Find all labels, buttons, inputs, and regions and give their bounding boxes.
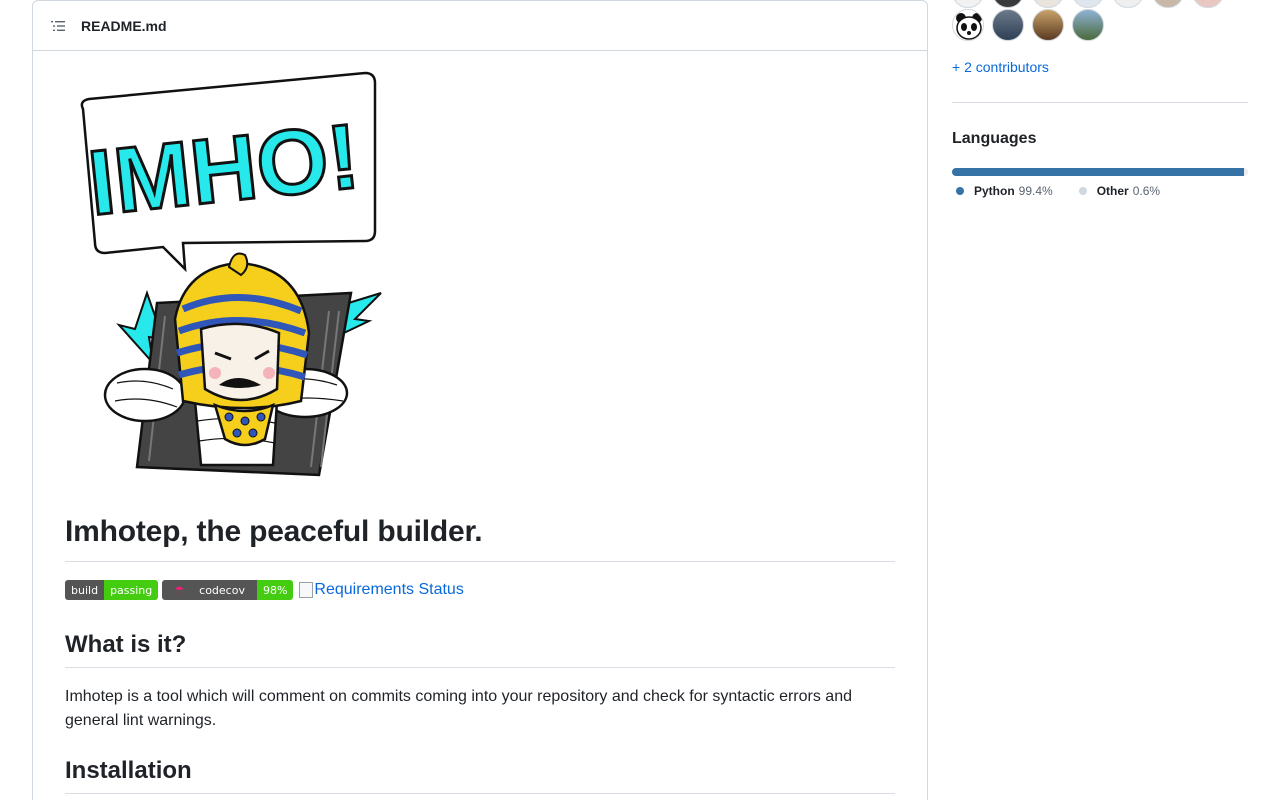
- language-bar-segment-other: [1246, 168, 1248, 176]
- contributor-avatar[interactable]: [1072, 9, 1104, 41]
- requirements-status-alt-text: Requirements Status: [314, 581, 464, 598]
- broken-image-icon: [299, 582, 314, 598]
- readme-header: README.md: [33, 1, 927, 51]
- contributor-avatar[interactable]: [1032, 9, 1064, 41]
- contributor-avatar[interactable]: [952, 0, 984, 8]
- readme-title: Imhotep, the peaceful builder.: [65, 515, 895, 562]
- language-percent: 0.6%: [1132, 184, 1161, 198]
- language-percent: 99.4%: [1018, 184, 1053, 198]
- language-dot-icon: [956, 187, 964, 195]
- language-item-other[interactable]: Other 0.6%: [1075, 184, 1160, 198]
- codecov-badge-value: 98%: [256, 580, 294, 600]
- sidebar-divider: [952, 102, 1248, 103]
- language-bar[interactable]: [952, 168, 1248, 176]
- repo-sidebar: + 2 contributors Languages Python 99.4% Ot…: [952, 0, 1248, 800]
- contributor-avatar[interactable]: [1032, 0, 1064, 8]
- readme-panel: README.md IMHO! Imhotep, the peaceful bu…: [32, 0, 928, 800]
- language-bar-segment-python: [952, 168, 1245, 176]
- language-name: Python: [974, 184, 1015, 198]
- build-status-badge[interactable]: build passing: [65, 580, 159, 600]
- list-icon: [51, 20, 65, 31]
- language-item-python[interactable]: Python 99.4%: [952, 184, 1053, 198]
- codecov-badge[interactable]: ☂ codecov 98%: [162, 580, 294, 600]
- contributor-avatar[interactable]: [1112, 0, 1144, 8]
- build-badge-label: build: [65, 580, 105, 600]
- contributor-avatars-row: [952, 9, 1112, 41]
- codecov-badge-label: codecov: [199, 583, 245, 597]
- imhotep-banner-image[interactable]: IMHO!: [65, 71, 385, 479]
- contributor-avatar[interactable]: [992, 9, 1024, 41]
- contributor-avatar[interactable]: [1152, 0, 1184, 8]
- section-heading-what: What is it?: [65, 631, 895, 668]
- table-of-contents-button[interactable]: [49, 17, 67, 35]
- section-heading-installation: Installation: [65, 757, 895, 794]
- contributor-avatar-panda[interactable]: [952, 9, 984, 41]
- codecov-umbrella-icon: ☂: [174, 583, 185, 597]
- contributor-avatar[interactable]: [1072, 0, 1104, 8]
- contributor-avatars-row-top: [952, 0, 1232, 8]
- contributor-avatar[interactable]: [1192, 0, 1224, 8]
- languages-title: Languages: [952, 130, 1037, 147]
- readme-filename: README.md: [81, 17, 167, 34]
- requirements-status-badge[interactable]: Requirements Status: [299, 581, 464, 599]
- what-description: Imhotep is a tool which will comment on …: [65, 688, 852, 729]
- language-dot-icon: [1078, 187, 1087, 195]
- language-name: Other: [1096, 184, 1129, 198]
- language-list: Python 99.4% Other 0.6%: [952, 184, 1182, 198]
- badge-row: build passing ☂ codecov 98% Requirements…: [65, 579, 464, 601]
- more-contributors-link[interactable]: + 2 contributors: [952, 59, 1049, 75]
- build-badge-value: passing: [104, 580, 159, 600]
- contributor-avatar[interactable]: [992, 0, 1024, 8]
